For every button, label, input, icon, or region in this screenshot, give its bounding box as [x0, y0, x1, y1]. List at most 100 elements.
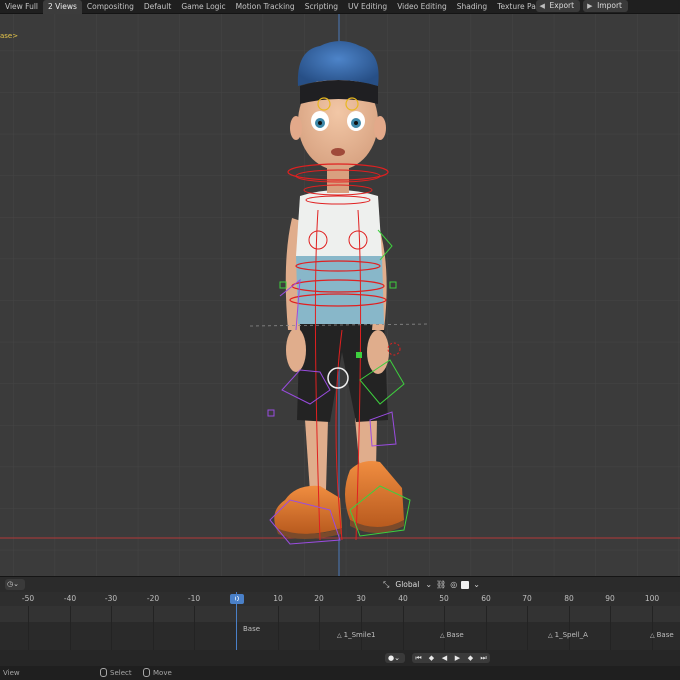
pivot-link-icon[interactable]: ⛓ — [436, 580, 446, 589]
marker-triangle-icon: △ — [440, 632, 445, 639]
ruler-label: 40 — [398, 594, 408, 603]
timeline-marker[interactable]: △ Base — [650, 631, 674, 639]
play-icon[interactable]: ▶ — [451, 653, 464, 663]
timeline-marker[interactable]: △ Base — [440, 631, 464, 639]
ruler-label: 90 — [605, 594, 615, 603]
jump-prev-keyframe-icon[interactable]: ◆ — [425, 653, 438, 663]
workspace-bar: View Full 2 Views Compositing Default Ga… — [0, 0, 680, 14]
transform-orientation-icon: ⤡ — [383, 579, 390, 589]
play-reverse-icon[interactable]: ◀ — [438, 653, 451, 663]
playback-controls: ⏮ ◆ ◀ ▶ ◆ ⏭ — [412, 653, 490, 663]
tab-video-editing[interactable]: Video Editing — [392, 0, 452, 14]
jump-next-keyframe-icon[interactable]: ◆ — [464, 653, 477, 663]
frame-gridline — [486, 606, 487, 650]
marker-label: 1_Smile1 — [343, 631, 376, 639]
marker-triangle-icon: △ — [650, 632, 655, 639]
import-label: Import — [597, 1, 622, 10]
status-bar: View Select Move — [0, 666, 680, 680]
frame-gridline — [569, 606, 570, 650]
orientation-chevron-icon[interactable]: ⌄ — [425, 580, 432, 589]
jump-to-end-icon[interactable]: ⏭ — [477, 653, 490, 663]
marker-label: 1_Spell_A — [554, 631, 588, 639]
status-select-hint: Select — [100, 668, 132, 677]
ruler-label: 80 — [564, 594, 574, 603]
left-hand — [286, 328, 306, 372]
ruler-label: 50 — [439, 594, 449, 603]
frame-gridline — [194, 606, 195, 650]
import-icon: ▶ — [587, 2, 593, 10]
ruler-label: -40 — [63, 594, 77, 603]
timeline-header: ◷⌄ ⤡ Global ⌄ ⛓ ◎ ⌄ — [0, 576, 680, 592]
status-move-label: Move — [153, 668, 172, 677]
marker-triangle-icon: △ — [548, 632, 553, 639]
status-view-label: View — [3, 669, 20, 677]
viewport-scene — [0, 14, 680, 576]
editor-type-button[interactable]: ◷⌄ — [5, 579, 25, 590]
tab-default[interactable]: Default — [139, 0, 176, 14]
export-label: Export — [549, 1, 575, 10]
timeline-marker[interactable]: △ 1_Spell_A — [548, 631, 588, 639]
status-move-hint: Move — [143, 668, 172, 677]
ruler-label: 20 — [314, 594, 324, 603]
tshirt-top — [296, 190, 382, 256]
timeline-tools: ⤡ Global ⌄ ⛓ ◎ ⌄ — [383, 579, 480, 590]
mouse-middle-icon — [143, 668, 150, 677]
ruler-label: -30 — [104, 594, 118, 603]
import-button[interactable]: ▶ Import — [583, 0, 628, 12]
workspace-tabs: View Full 2 Views Compositing Default Ga… — [0, 0, 568, 14]
export-button[interactable]: ◀ Export — [535, 0, 581, 12]
keyframe-summary-strip — [0, 606, 680, 622]
frame-gridline — [319, 606, 320, 650]
tab-motion-tracking[interactable]: Motion Tracking — [231, 0, 300, 14]
ruler-label: -10 — [187, 594, 201, 603]
ruler-label: -20 — [146, 594, 160, 603]
status-select-label: Select — [110, 668, 132, 677]
frame-gridline — [403, 606, 404, 650]
frame-gridline — [28, 606, 29, 650]
marker-label: Base — [243, 625, 261, 633]
playback-bar: ●⌄ ⏮ ◆ ◀ ▶ ◆ ⏭ — [0, 650, 680, 666]
import-export-group: ◀ Export ▶ Import — [533, 0, 628, 12]
ruler-label: -50 — [21, 594, 35, 603]
timeline-body[interactable]: Base △ 1_Smile1 △ Base △ 1_Spell_A △ Base — [0, 606, 680, 650]
export-icon: ◀ — [539, 2, 545, 10]
mouse-left-icon — [100, 668, 107, 677]
frame-gridline — [70, 606, 71, 650]
frame-gridline — [111, 606, 112, 650]
proportional-chevron-icon[interactable]: ⌄ — [473, 580, 480, 589]
marker-label: Base — [446, 631, 464, 639]
left-ear — [290, 116, 302, 140]
timeline-marker[interactable]: Base — [243, 625, 260, 633]
frame-ruler[interactable]: -50 -40 -30 -20 -10 10 20 30 40 50 60 70… — [0, 592, 680, 606]
tab-game-logic[interactable]: Game Logic — [176, 0, 230, 14]
ruler-label: 30 — [356, 594, 366, 603]
left-pupil — [318, 121, 322, 125]
transform-orientation-select[interactable]: Global — [393, 579, 422, 590]
timeline-marker[interactable]: △ 1_Smile1 — [337, 631, 376, 639]
frame-gridline — [610, 606, 611, 650]
frame-gridline — [361, 606, 362, 650]
frame-gridline — [278, 606, 279, 650]
tab-2-views[interactable]: 2 Views — [43, 0, 82, 14]
frame-gridline — [444, 606, 445, 650]
snap-icon[interactable]: ◎ — [450, 580, 457, 589]
jump-to-start-icon[interactable]: ⏮ — [412, 653, 425, 663]
tab-compositing[interactable]: Compositing — [82, 0, 139, 14]
current-frame-indicator[interactable]: 0 — [230, 594, 244, 604]
chevron-down-icon: ⌄ — [394, 654, 400, 662]
auto-keying-toggle[interactable]: ●⌄ — [385, 653, 405, 663]
tab-scripting[interactable]: Scripting — [300, 0, 343, 14]
marker-triangle-icon: △ — [337, 632, 342, 639]
ruler-label: 70 — [522, 594, 532, 603]
3d-viewport[interactable]: ase> — [0, 14, 680, 576]
proportional-edit-toggle[interactable] — [461, 580, 470, 589]
playhead-line[interactable] — [236, 592, 237, 650]
viewport-object-label: ase> — [0, 32, 19, 40]
ruler-label: 10 — [273, 594, 283, 603]
tab-shading[interactable]: Shading — [452, 0, 492, 14]
mouth — [331, 148, 345, 156]
ruler-label: 60 — [481, 594, 491, 603]
right-ear — [374, 116, 386, 140]
tab-uv-editing[interactable]: UV Editing — [343, 0, 392, 14]
tab-view-full[interactable]: View Full — [0, 0, 43, 14]
